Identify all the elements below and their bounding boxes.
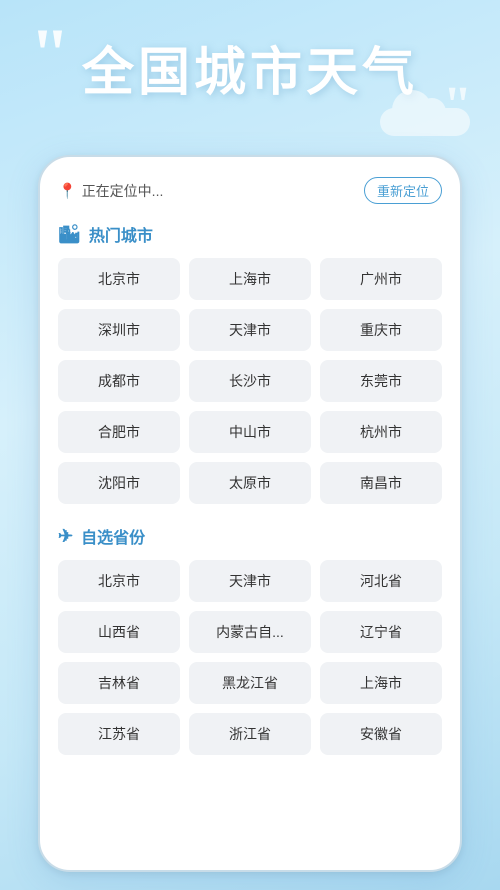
province-button[interactable]: 山西省 [58,611,180,653]
province-button[interactable]: 吉林省 [58,662,180,704]
hot-city-button[interactable]: 南昌市 [320,462,442,504]
hot-city-button[interactable]: 东莞市 [320,360,442,402]
hot-city-button[interactable]: 太原市 [189,462,311,504]
hot-cities-label: 热门城市 [89,222,153,246]
province-button[interactable]: 上海市 [320,662,442,704]
hot-city-button[interactable]: 成都市 [58,360,180,402]
province-button[interactable]: 安徽省 [320,713,442,755]
province-button[interactable]: 天津市 [189,560,311,602]
location-bar: 📍 正在定位中... 重新定位 [58,177,442,204]
province-button[interactable]: 北京市 [58,560,180,602]
hot-city-button[interactable]: 广州市 [320,258,442,300]
hot-city-button[interactable]: 长沙市 [189,360,311,402]
province-button[interactable]: 辽宁省 [320,611,442,653]
province-button[interactable]: 黑龙江省 [189,662,311,704]
hot-city-button[interactable]: 天津市 [189,309,311,351]
hot-city-button[interactable]: 合肥市 [58,411,180,453]
province-button[interactable]: 江苏省 [58,713,180,755]
provinces-icon: ✈ [58,526,73,547]
hot-city-button[interactable]: 深圳市 [58,309,180,351]
hot-cities-icon: 🏙 [58,224,81,245]
cloud-decoration [380,108,470,136]
hot-city-button[interactable]: 杭州市 [320,411,442,453]
provinces-header: ✈ 自选省份 [58,524,442,548]
hot-city-button[interactable]: 中山市 [189,411,311,453]
phone-content: 📍 正在定位中... 重新定位 🏙 热门城市 北京市上海市广州市深圳市天津市重庆… [40,157,460,870]
location-status: 📍 正在定位中... [58,181,163,201]
province-button[interactable]: 浙江省 [189,713,311,755]
province-button[interactable]: 内蒙古自... [189,611,311,653]
provinces-label: 自选省份 [81,524,145,548]
relocate-button[interactable]: 重新定位 [364,177,442,204]
hot-city-button[interactable]: 重庆市 [320,309,442,351]
phone-frame: 📍 正在定位中... 重新定位 🏙 热门城市 北京市上海市广州市深圳市天津市重庆… [38,155,462,872]
location-pin-icon: 📍 [58,182,77,200]
page-title: 全国城市天气 [0,30,500,105]
hot-cities-header: 🏙 热门城市 [58,222,442,246]
hot-city-button[interactable]: 上海市 [189,258,311,300]
provinces-grid: 北京市天津市河北省山西省内蒙古自...辽宁省吉林省黑龙江省上海市江苏省浙江省安徽… [58,560,442,755]
hot-city-button[interactable]: 北京市 [58,258,180,300]
hot-city-button[interactable]: 沈阳市 [58,462,180,504]
province-button[interactable]: 河北省 [320,560,442,602]
location-status-text: 正在定位中... [82,181,164,201]
hot-cities-grid: 北京市上海市广州市深圳市天津市重庆市成都市长沙市东莞市合肥市中山市杭州市沈阳市太… [58,258,442,504]
